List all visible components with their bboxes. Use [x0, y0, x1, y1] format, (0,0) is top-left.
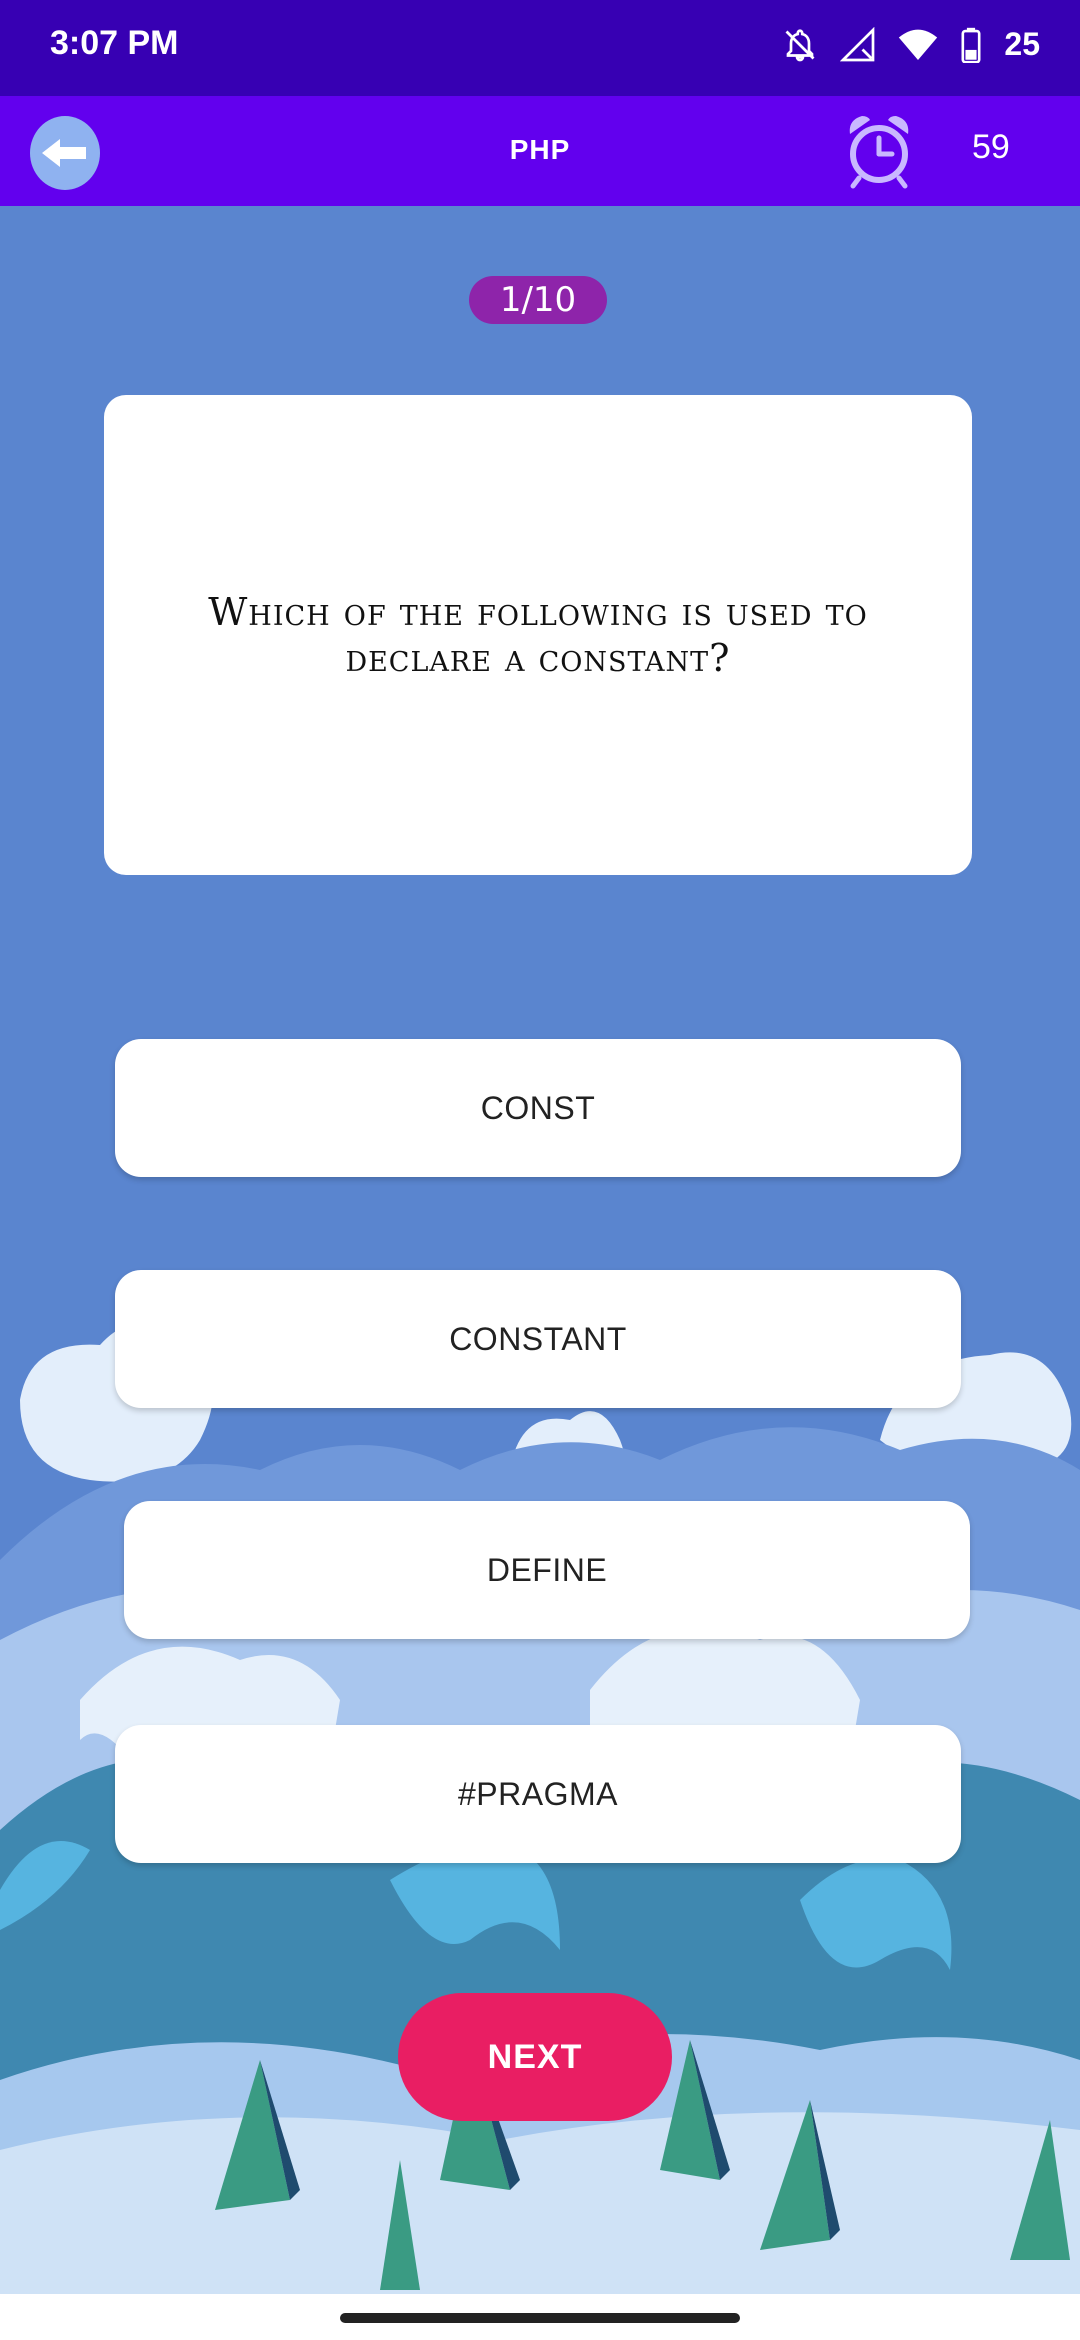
answer-option-pragma[interactable]: #PRAGMA: [115, 1725, 961, 1863]
answer-option-constant[interactable]: CONSTANT: [115, 1270, 961, 1408]
question-card: Which of the following is used to declar…: [104, 395, 972, 875]
notifications-off-icon: [782, 27, 818, 63]
app-bar: PHP 59: [0, 96, 1080, 206]
status-bar: 3:07 PM 25: [0, 0, 1080, 96]
alarm-clock-icon: [844, 112, 914, 195]
battery-percentage: 25: [1004, 26, 1040, 62]
question-progress-badge: 1/10: [469, 276, 607, 324]
battery-icon: [960, 27, 982, 63]
next-button[interactable]: NEXT: [398, 1993, 672, 2121]
signal-icon: [840, 26, 876, 63]
answer-option-const[interactable]: CONST: [115, 1039, 961, 1177]
question-text: Which of the following is used to declar…: [208, 590, 868, 680]
quiz-screen: 3:07 PM 25 PHP 59 1/10 Which of the foll…: [0, 0, 1080, 2340]
app-title: PHP: [509, 134, 571, 165]
timer-value: 59: [972, 128, 1010, 166]
status-time: 3:07 PM: [50, 24, 179, 62]
answer-option-define[interactable]: DEFINE: [124, 1501, 970, 1639]
status-icons: 25: [782, 26, 1040, 63]
home-indicator[interactable]: [340, 2313, 740, 2323]
wifi-icon: [898, 27, 938, 63]
